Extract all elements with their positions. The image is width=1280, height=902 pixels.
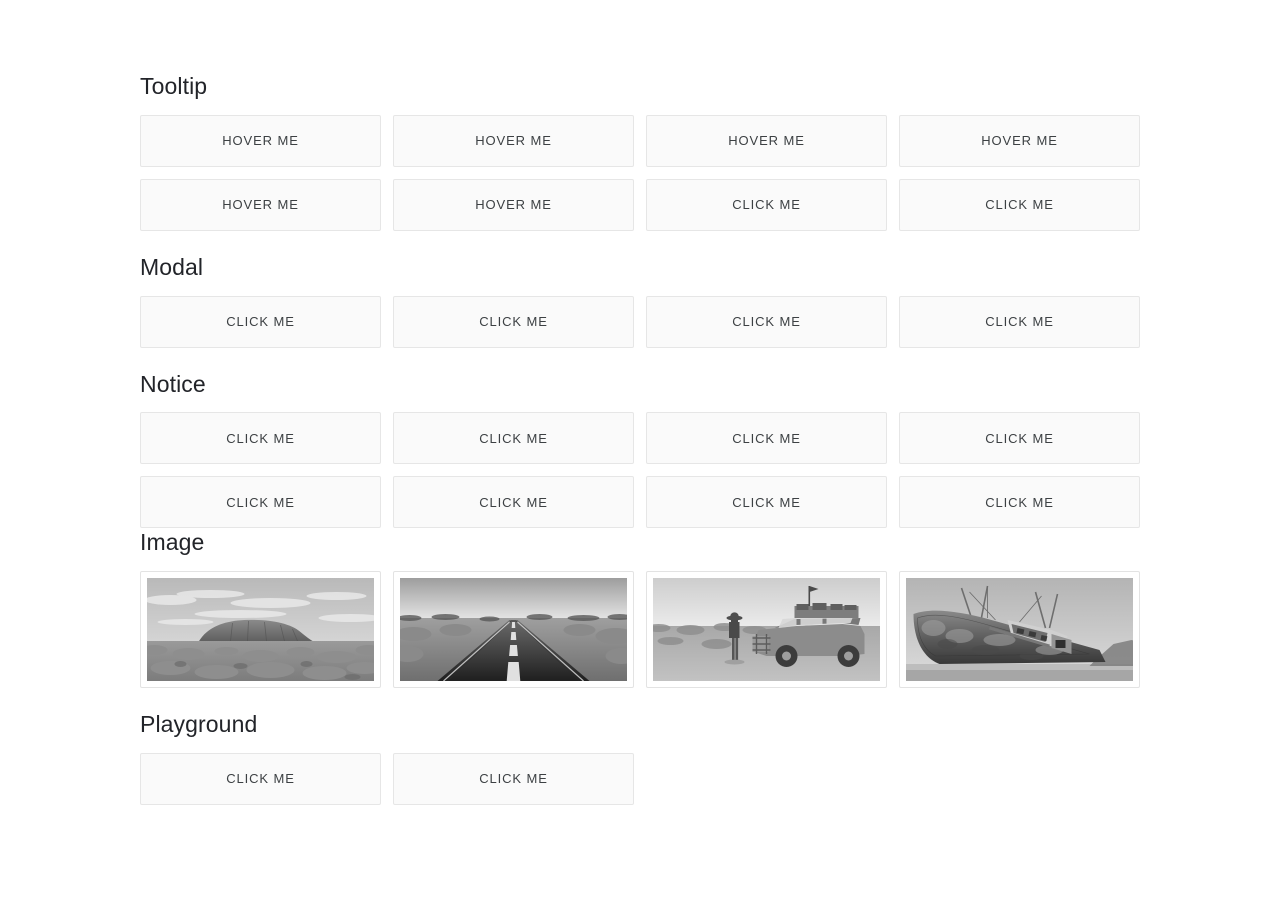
notice-button-r2-c3[interactable]: CLICK ME	[646, 476, 887, 529]
tooltip-button-r1-c1[interactable]: HOVER ME	[140, 114, 381, 167]
section-tooltip: Tooltip HOVER ME HOVER ME HOVER ME HOVER ME H…	[140, 72, 1140, 231]
image-card-shipwreck[interactable]	[899, 571, 1140, 688]
section-playground: Playground CLICK ME CLICK ME	[140, 710, 1140, 805]
tooltip-button-r1-c4[interactable]: HOVER ME	[899, 114, 1140, 167]
page-title-modal: Modal	[140, 253, 204, 280]
notice-button-r1-c3[interactable]: CLICK ME	[646, 412, 887, 465]
tooltip-button-r2-c3[interactable]: CLICK ME	[646, 178, 887, 231]
playground-grid: CLICK ME CLICK ME	[140, 752, 1140, 805]
modal-button-r1-c4[interactable]: CLICK ME	[899, 295, 1140, 348]
image-card-vehicle[interactable]	[646, 571, 887, 688]
modal-button-r1-c2[interactable]: CLICK ME	[393, 295, 634, 348]
notice-button-r1-c1[interactable]: CLICK ME	[140, 412, 381, 465]
playground-button-2[interactable]: CLICK ME	[393, 752, 634, 805]
image-card-road[interactable]	[393, 571, 634, 688]
notice-button-r1-c4[interactable]: CLICK ME	[899, 412, 1140, 465]
notice-button-r1-c2[interactable]: CLICK ME	[393, 412, 634, 465]
image-card-uluru[interactable]	[140, 571, 381, 688]
tooltip-button-r2-c4[interactable]: CLICK ME	[899, 178, 1140, 231]
notice-button-r2-c4[interactable]: CLICK ME	[899, 476, 1140, 529]
uluru-rock-photo	[147, 578, 374, 681]
tooltip-button-grid: HOVER ME HOVER ME HOVER ME HOVER ME HOVER ME…	[140, 114, 1140, 231]
notice-button-grid: CLICK ME CLICK ME CLICK ME CLICK ME CLICK ME…	[140, 412, 1140, 529]
modal-button-r1-c1[interactable]: CLICK ME	[140, 295, 381, 348]
playground-button-1[interactable]: CLICK ME	[140, 752, 381, 805]
page-title-tooltip: Tooltip	[140, 73, 208, 99]
four-wheel-drive-photo	[653, 578, 880, 681]
tooltip-button-r2-c1[interactable]: HOVER ME	[140, 178, 381, 231]
modal-button-r1-c3[interactable]: CLICK ME	[646, 295, 887, 348]
page-title-playground: Playground	[140, 711, 258, 737]
modal-button-grid: CLICK ME CLICK ME CLICK ME CLICK ME	[140, 295, 1140, 348]
section-image: Image	[140, 528, 1140, 688]
tooltip-button-r1-c3[interactable]: HOVER ME	[646, 114, 887, 167]
button-sections: Tooltip HOVER ME HOVER ME HOVER ME HOVER ME H…	[140, 72, 1140, 529]
tooltip-button-r1-c2[interactable]: HOVER ME	[393, 114, 634, 167]
notice-button-r2-c2[interactable]: CLICK ME	[393, 476, 634, 529]
section-modal: Modal CLICK ME CLICK ME CLICK ME CLICK ME	[140, 253, 1140, 348]
image-grid	[140, 571, 1140, 688]
shipwreck-photo	[906, 578, 1133, 681]
notice-button-r2-c1[interactable]: CLICK ME	[140, 476, 381, 529]
page-content: Tooltip HOVER ME HOVER ME HOVER ME HOVER ME H…	[140, 0, 1140, 805]
page-title-image: Image	[140, 529, 205, 556]
section-notice: Notice CLICK ME CLICK ME CLICK ME CLICK ME CL…	[140, 370, 1140, 529]
page-title-notice: Notice	[140, 370, 206, 397]
outback-road-photo	[400, 578, 627, 681]
tooltip-button-r2-c2[interactable]: HOVER ME	[393, 178, 634, 231]
